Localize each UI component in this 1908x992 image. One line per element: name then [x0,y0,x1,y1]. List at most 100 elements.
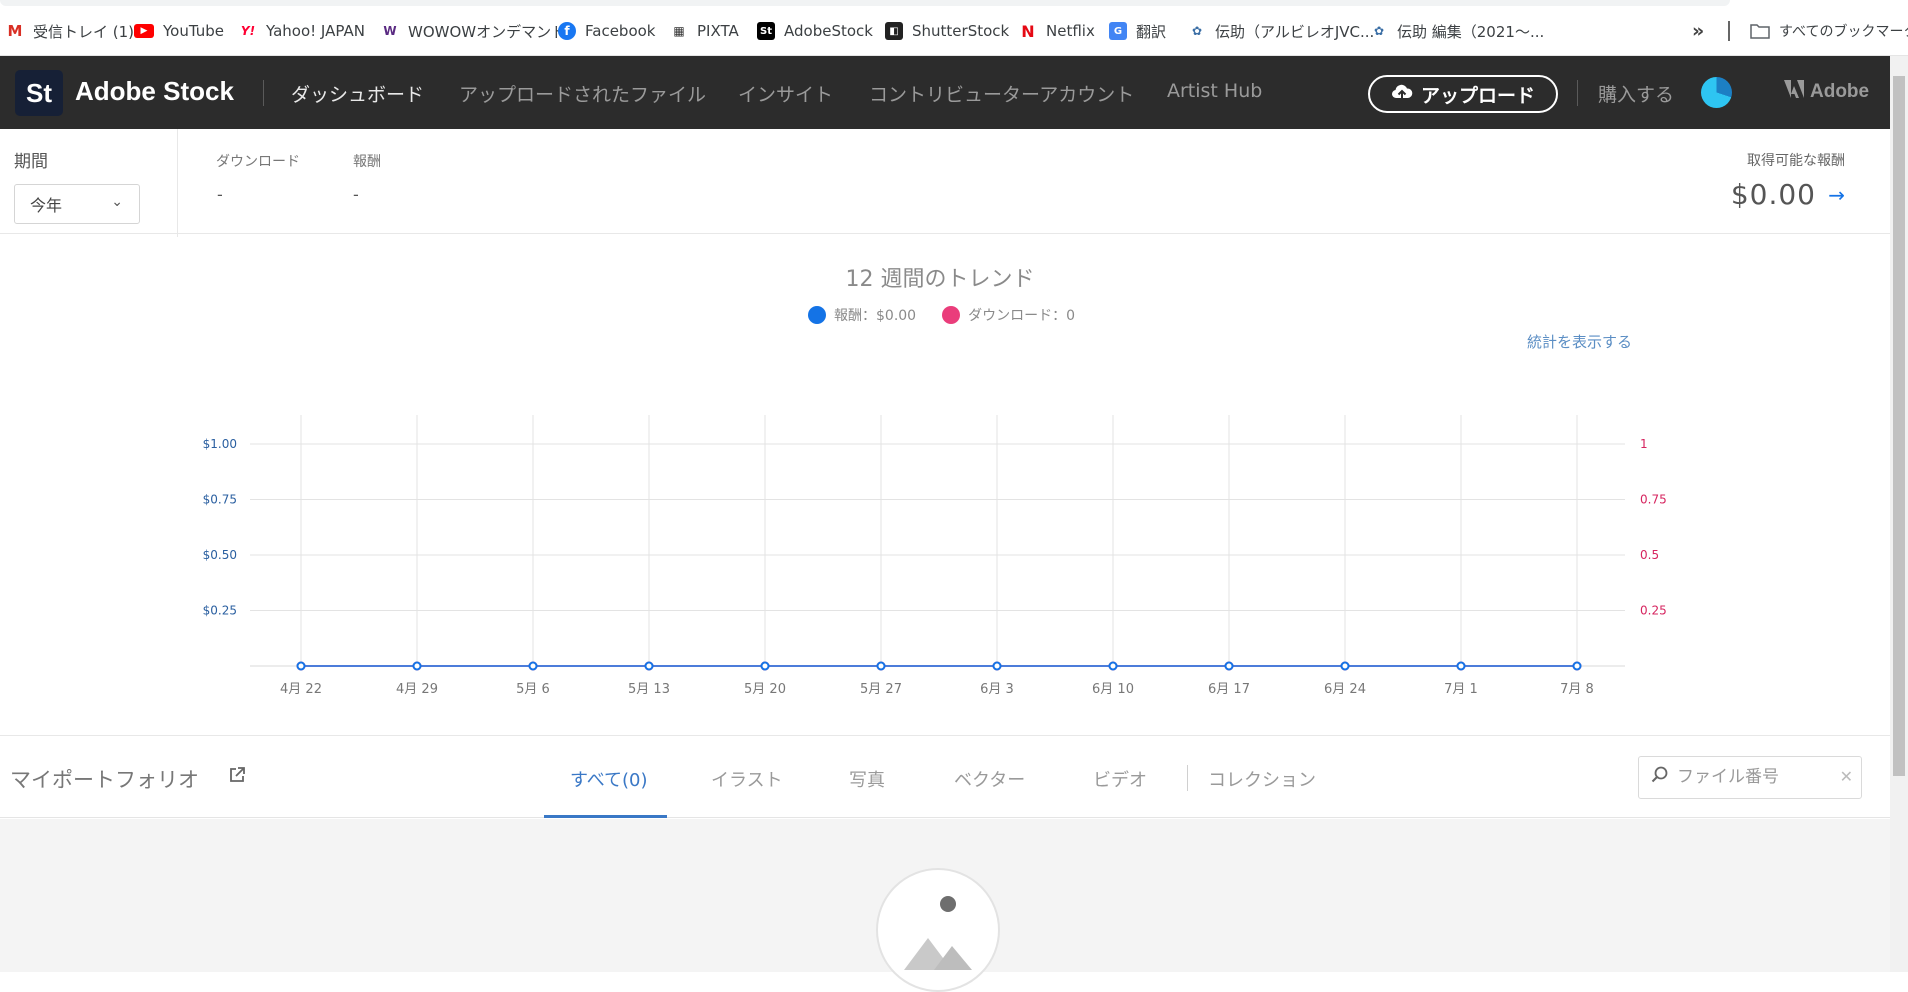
user-avatar[interactable] [1701,77,1732,108]
file-number-input[interactable] [1675,764,1825,790]
bookmark-shutterstock[interactable]: ◧ ShutterStock [885,20,1009,42]
external-link-icon[interactable] [228,766,246,789]
cloud-upload-icon [1391,83,1413,106]
bookmarks-divider [1728,21,1730,41]
earnings-label: 報酬 [353,154,381,170]
bookmark-adobestock[interactable]: St AdobeStock [757,20,873,42]
tab-video[interactable]: ビデオ [1093,766,1147,792]
app-header: St Adobe Stock ダッシュボード アップロードされたファイル インサ… [0,56,1890,129]
bookmark-netflix[interactable]: N Netflix [1019,20,1095,42]
data-point [1456,661,1466,671]
tab-divider [1187,765,1188,791]
x-tick-label: 5月 13 [628,682,670,697]
shutterstock-icon: ◧ [885,22,903,40]
data-point [1572,661,1582,671]
period-select[interactable]: 今年 ⌄ [14,184,140,224]
legend-downloads-dot [942,306,961,324]
y-left-tick-label: $0.75 [203,493,237,507]
densuke-icon: ✿ [1191,24,1203,38]
bookmark-yahoo[interactable]: Y! Yahoo! JAPAN [239,20,365,42]
period-label: 期間 [14,152,48,172]
pixta-icon: ▦ [673,24,685,38]
all-bookmarks-folder[interactable]: すべてのブックマーク [1750,20,1908,42]
bookmark-facebook[interactable]: f Facebook [558,20,655,42]
stats-divider [177,129,178,237]
wowow-icon: W [383,24,397,38]
data-point [644,661,654,671]
data-point [412,661,422,671]
y-right-tick-label: 1 [1640,437,1648,451]
bookmark-wowow[interactable]: W WOWOWオンデマンド [381,20,566,42]
legend-earnings-dot [808,306,826,324]
page-scrollbar[interactable] [1890,56,1908,972]
app-title[interactable]: Adobe Stock [75,76,234,107]
y-left-tick-label: $0.25 [203,604,237,618]
portfolio-title: マイポートフォリオ [10,768,199,792]
nav-dashboard[interactable]: ダッシュボード [291,80,424,107]
nav-artist-hub[interactable]: Artist Hub [1167,80,1262,102]
empty-image-illustration [876,868,1000,992]
bookmark-gmail[interactable]: M 受信トレイ (1) [6,20,135,42]
x-tick-label: 4月 29 [396,682,438,697]
densuke-icon: ✿ [1373,24,1385,38]
scrollbar-thumb[interactable] [1893,76,1905,776]
nav-contributor-account[interactable]: コントリビューターアカウント [869,80,1134,107]
x-tick-label: 7月 1 [1444,682,1478,697]
y-right-tick-label: 0.75 [1640,493,1667,507]
folder-icon [1750,22,1770,40]
legend-earnings: 報酬：$0.00 [834,308,917,324]
bookmarks-overflow-button[interactable]: » [1692,20,1704,42]
tab-photo[interactable]: 写真 [849,766,885,792]
tab-collection[interactable]: コレクション [1208,766,1316,792]
active-tab-indicator [544,815,667,818]
y-right-tick-label: 0.25 [1640,604,1667,618]
bookmark-pixta[interactable]: ▦ PIXTA [670,20,738,42]
y-left-tick-label: $1.00 [203,437,237,451]
data-point [528,661,538,671]
trend-chart: $0.25 0.25 $0.50 0.5 $0.75 0.75 $1.00 1 4月 22 4月 … [203,415,1667,697]
data-point [1340,661,1350,671]
view-stats-link[interactable]: 統計を表示する [1527,331,1632,352]
nav-uploaded-files[interactable]: アップロードされたファイル [459,80,706,107]
y-left-tick-label: $0.50 [203,548,237,562]
search-icon [1651,766,1669,789]
header-divider [263,80,264,106]
tab-illustration[interactable]: イラスト [711,766,783,792]
data-point [992,661,1002,671]
yahoo-icon: Y! [240,24,256,38]
portfolio-section: マイポートフォリオ すべて(0) イラスト 写真 ベクター ビデオ コレクション… [0,735,1890,818]
clear-icon[interactable]: ✕ [1840,767,1853,786]
stats-summary: 期間 今年 ⌄ ダウンロード - 報酬 - 取得可能な報酬 $0.00 → [0,129,1890,237]
bookmarks-bar: M 受信トレイ (1) ▶ YouTube Y! Yahoo! JAPAN W WOWO… [0,0,1908,56]
bookmark-densuke-1[interactable]: ✿ 伝助（アルビレオJVC... [1188,20,1374,42]
x-tick-label: 5月 6 [516,682,550,697]
upload-button[interactable]: アップロード [1368,75,1558,113]
netflix-icon: N [1021,21,1035,41]
available-earnings-label: 取得可能な報酬 [1747,153,1845,169]
tab-all[interactable]: すべて(0) [570,766,648,792]
nav-insights[interactable]: インサイト [738,80,833,107]
bookmark-youtube[interactable]: ▶ YouTube [134,20,224,42]
legend-downloads: ダウンロード：0 [968,308,1076,324]
youtube-icon: ▶ [134,24,154,38]
x-tick-label: 5月 20 [744,682,786,697]
file-search-box[interactable]: ✕ [1638,756,1862,799]
adobe-logo-icon [1784,80,1804,104]
y-right-tick-label: 0.5 [1640,548,1659,562]
available-earnings-value: $0.00 [1730,178,1816,211]
bookmark-translate[interactable]: G 翻訳 [1109,20,1166,42]
adobe-brand-link[interactable]: Adobe [1784,80,1869,104]
arrow-right-icon[interactable]: → [1828,183,1845,207]
adobe-stock-logo[interactable]: St [15,70,63,116]
data-point [760,661,770,671]
bookmark-densuke-2[interactable]: ✿ 伝助 編集（2021〜... [1370,20,1544,42]
earnings-value: - [353,185,359,204]
x-tick-label: 6月 24 [1324,682,1366,697]
translate-icon: G [1109,22,1127,40]
x-tick-label: 6月 17 [1208,682,1250,697]
facebook-icon: f [558,22,576,40]
chart-title: 12 週間のトレンド [845,267,1035,292]
downloads-value: - [217,185,223,204]
buy-link[interactable]: 購入する [1598,80,1674,107]
tab-vector[interactable]: ベクター [954,766,1025,792]
